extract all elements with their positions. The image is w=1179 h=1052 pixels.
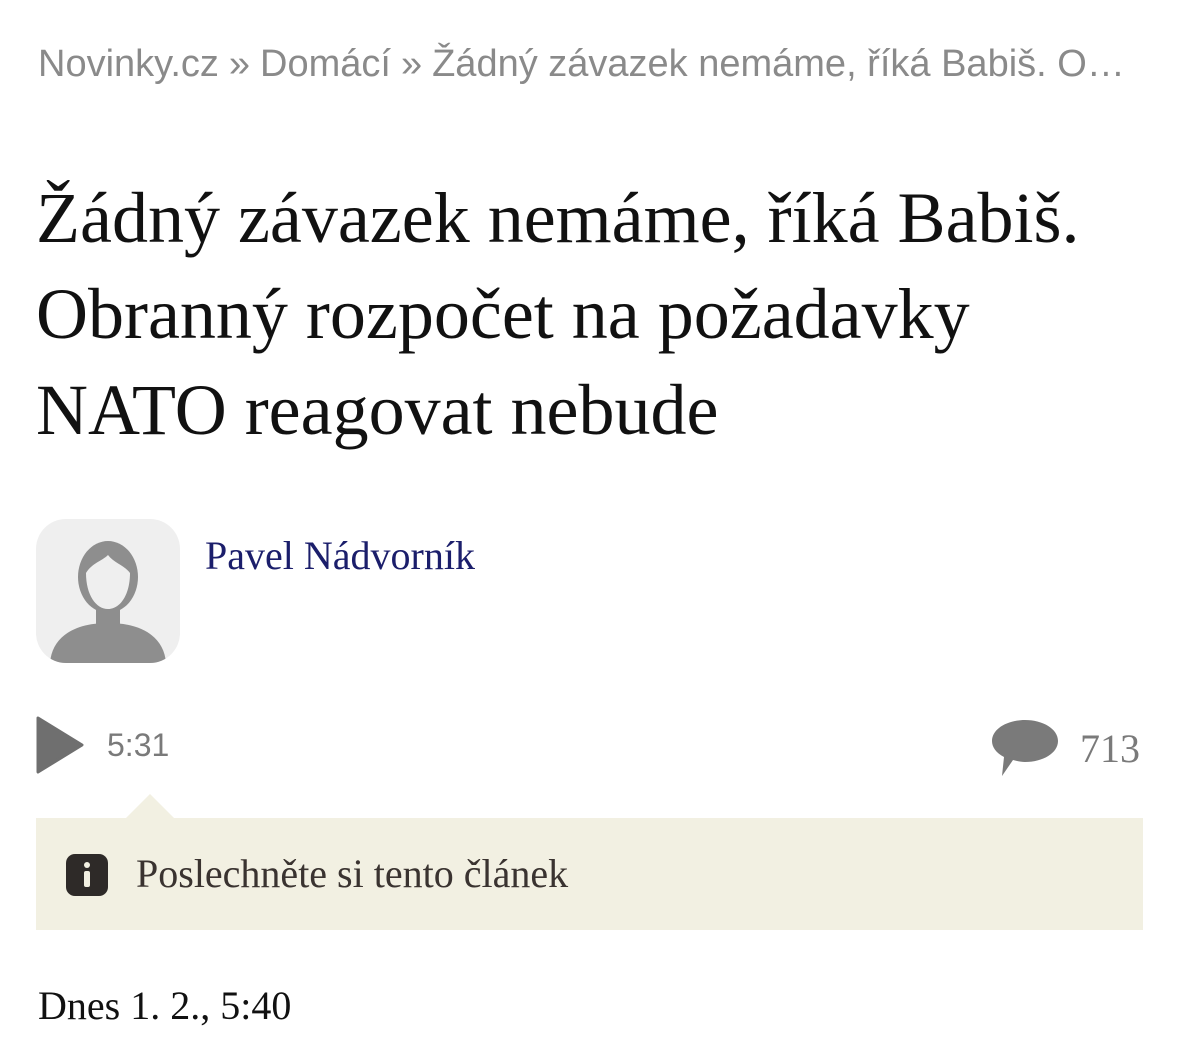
listen-article-label: Poslechněte si tento článek xyxy=(136,851,569,896)
listen-article-box[interactable]: Poslechněte si tento článek xyxy=(36,794,1143,930)
breadcrumb-home-link[interactable]: Novinky.cz xyxy=(38,43,219,85)
audio-duration: 5:31 xyxy=(107,727,170,763)
breadcrumb-current: Žádný závazek nemáme, říká Babiš. Obrann… xyxy=(432,43,1138,85)
author-link[interactable]: Pavel Nádvorník xyxy=(205,532,475,580)
breadcrumb-separator: » xyxy=(400,43,423,85)
breadcrumb-separator: » xyxy=(228,43,251,85)
comment-count[interactable]: 713 xyxy=(1080,724,1140,774)
article-title: Žádný závazek nemáme, říká Babiš. Obrann… xyxy=(36,178,1080,450)
breadcrumb-section-link[interactable]: Domácí xyxy=(260,43,391,85)
play-icon[interactable] xyxy=(36,716,86,774)
listen-box-caret xyxy=(126,794,174,818)
speech-bubble-icon[interactable] xyxy=(990,718,1060,778)
default-user-avatar-icon xyxy=(36,519,180,663)
publish-date: Dnes 1. 2., 5:40 xyxy=(38,983,292,1028)
breadcrumb: Novinky.cz» Domácí» Žádný závazek nemáme, … xyxy=(38,38,1138,90)
info-icon xyxy=(66,854,108,896)
